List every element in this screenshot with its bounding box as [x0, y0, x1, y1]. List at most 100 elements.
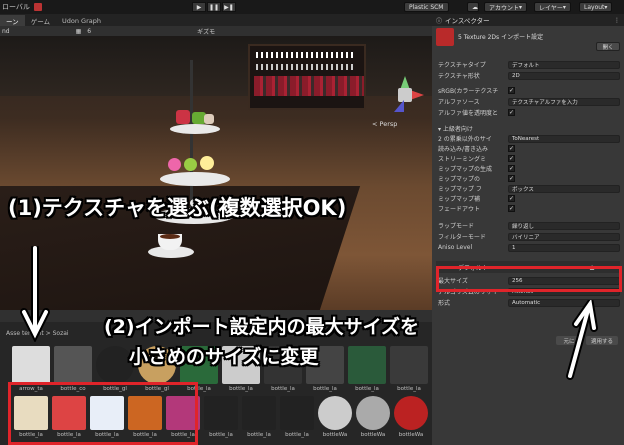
inspector-row-label: フェードアウト [438, 206, 481, 213]
layer-dropdown[interactable]: レイヤー ▾ [534, 2, 571, 12]
inspector-row-label: ミップマップの [438, 176, 481, 183]
asset-thumbnail[interactable] [356, 396, 390, 430]
inspector-row-label: ラップモード [438, 223, 475, 230]
inspector-row-value[interactable]: ボックス [508, 184, 620, 193]
inspector-row-label: 読み込み/書き込み [438, 146, 489, 153]
orientation-gizmo[interactable] [386, 76, 424, 114]
inspector-row-value[interactable]: デフォルト [508, 60, 620, 69]
asset-label: bottleWa [398, 432, 424, 438]
asset-label: bottle_la [313, 386, 337, 392]
inspector-row: sRGB(カラーテクスチ ✓ [438, 86, 620, 95]
inspector-row-label: テクスチャ形状 [438, 73, 480, 80]
inspector-row-label: アルファソース [438, 99, 480, 106]
inspector-row-value[interactable]: 繰り返し [508, 221, 620, 230]
scene-toolbar: nd ▦ 6 ギズモ [0, 26, 432, 36]
asset-thumbnail[interactable] [318, 396, 352, 430]
plastic-scm-button[interactable]: Plastic SCM [404, 2, 449, 12]
cloud-icon[interactable]: ☁ [467, 2, 479, 12]
inspector-row: ミップマップの ✓ [438, 174, 620, 183]
inspector-row-label: ストリーミングミ [438, 156, 487, 163]
inspector-row: テクスチャ形状 2D [438, 71, 620, 80]
tab-inspector[interactable]: インスペクター [445, 15, 490, 25]
scene-view[interactable]: < Persp [0, 36, 432, 310]
checkbox[interactable]: ✓ [508, 155, 515, 162]
inspector-tab-bar: ⓘ インスペクター ⋮ [432, 14, 624, 26]
asset-label: bottle_la [271, 386, 295, 392]
persp-label[interactable]: < Persp [372, 120, 397, 128]
layout-label: Layout [584, 3, 605, 11]
unity-editor-window: ローバル ▶ ❚❚ ▶❚ Plastic SCM ☁ アカウント ▾ レイヤー ▾ … [0, 0, 624, 445]
inspector-row-value[interactable]: ToNearest [508, 134, 620, 143]
inspector-row-label: ミップマップの生成 [438, 166, 493, 173]
asset-thumbnail[interactable] [12, 346, 50, 384]
checkbox[interactable]: ✓ [508, 145, 515, 152]
tab-scene[interactable]: ーン [0, 15, 25, 26]
inspector-row-value[interactable]: 2D [508, 71, 620, 80]
max-size-highlight-box [436, 266, 622, 292]
asset-thumbnail[interactable] [204, 396, 238, 430]
play-button[interactable]: ▶ [192, 2, 206, 12]
layout-dropdown[interactable]: Layout ▾ [579, 2, 613, 12]
inspector-row-label: ▾ 上級者向け [438, 126, 473, 133]
step-button[interactable]: ▶❚ [222, 2, 236, 12]
checkbox[interactable]: ✓ [508, 195, 515, 202]
grid-icon[interactable]: ▦ [76, 28, 82, 35]
asset-thumbnail[interactable] [394, 396, 428, 430]
scene-shelf [248, 44, 366, 110]
asset-label: bottle_la [355, 386, 379, 392]
asset-thumbnail[interactable] [242, 396, 276, 430]
inspector-row-label: sRGB(カラーテクスチ [438, 88, 499, 95]
inspector-row-label: アルファ値を透明度と [438, 110, 498, 117]
inspector-row: 2 の累乗以外のサイ ToNearest [438, 134, 620, 143]
scene-teacup [148, 232, 194, 260]
inspector-row: ▾ 上級者向け [438, 124, 620, 133]
scene-tabs: ーン ゲーム Udon Graph [0, 14, 432, 26]
inspector-row: フィルターモード バイリニア [438, 232, 620, 241]
asset-thumbnail[interactable] [348, 346, 386, 384]
down-arrow-icon [20, 246, 50, 342]
inspector-row: ミップマップ補 ✓ [438, 194, 620, 203]
asset-thumbnail[interactable] [390, 346, 428, 384]
asset-label: bottle_la [247, 432, 271, 438]
step2-callout-line1: (2)インポート設定内の最大サイズを [104, 316, 420, 338]
global-label[interactable]: ローバル [2, 2, 30, 12]
open-button[interactable]: 開く [596, 42, 620, 51]
format-label: 形式 [438, 300, 451, 307]
menu-icon[interactable]: ⋮ [614, 17, 620, 24]
account-label: アカウント [489, 4, 520, 12]
tab-game[interactable]: ゲーム [25, 15, 56, 26]
account-dropdown[interactable]: アカウント ▾ [484, 2, 528, 12]
asset-thumbnail[interactable] [54, 346, 92, 384]
inspector-row-label: 2 の累乗以外のサイ [438, 136, 492, 143]
inspector-row-value[interactable]: テクスチャアルファを入力 [508, 97, 620, 106]
inspector-title: 5 Texture 2Ds インポート設定 [458, 34, 544, 41]
shading-mode-label[interactable]: nd [2, 28, 10, 35]
asset-thumbnail[interactable] [280, 396, 314, 430]
inspector-row-value[interactable]: バイリニア [508, 232, 620, 241]
info-icon: ⓘ [436, 17, 443, 25]
inspector-row-label: ミップマップ補 [438, 196, 481, 203]
checkbox[interactable]: ✓ [508, 175, 515, 182]
inspector-row-label: Aniso Level [438, 244, 473, 251]
texture-thumbnail [436, 28, 454, 46]
checkbox[interactable]: ✓ [508, 165, 515, 172]
asset-label: bottle_la [285, 432, 309, 438]
inspector-row: ミップマップ フ ボックス [438, 184, 620, 193]
inspector-row-value[interactable]: 1 [508, 243, 620, 252]
playback-controls: ▶ ❚❚ ▶❚ [192, 2, 236, 12]
asset-label: bottleWa [360, 432, 386, 438]
checkbox[interactable]: ✓ [508, 109, 515, 116]
asset-label: bottle_la [229, 386, 253, 392]
asset-label: bottleWa [322, 432, 348, 438]
gizmo-dropdown[interactable]: ギズモ [197, 27, 215, 36]
checkbox[interactable]: ✓ [508, 205, 515, 212]
pause-button[interactable]: ❚❚ [207, 2, 221, 12]
inspector-row: ストリーミングミ ✓ [438, 154, 620, 163]
checkbox[interactable]: ✓ [508, 87, 515, 94]
inspector-row: 読み込み/書き込み ✓ [438, 144, 620, 153]
app-icon [33, 3, 42, 11]
layer-label: レイヤー [539, 4, 563, 12]
inspector-row: アルファ値を透明度と ✓ [438, 108, 620, 117]
zoom-label[interactable]: 6 [87, 28, 91, 35]
tab-udon-graph[interactable]: Udon Graph [56, 15, 107, 26]
